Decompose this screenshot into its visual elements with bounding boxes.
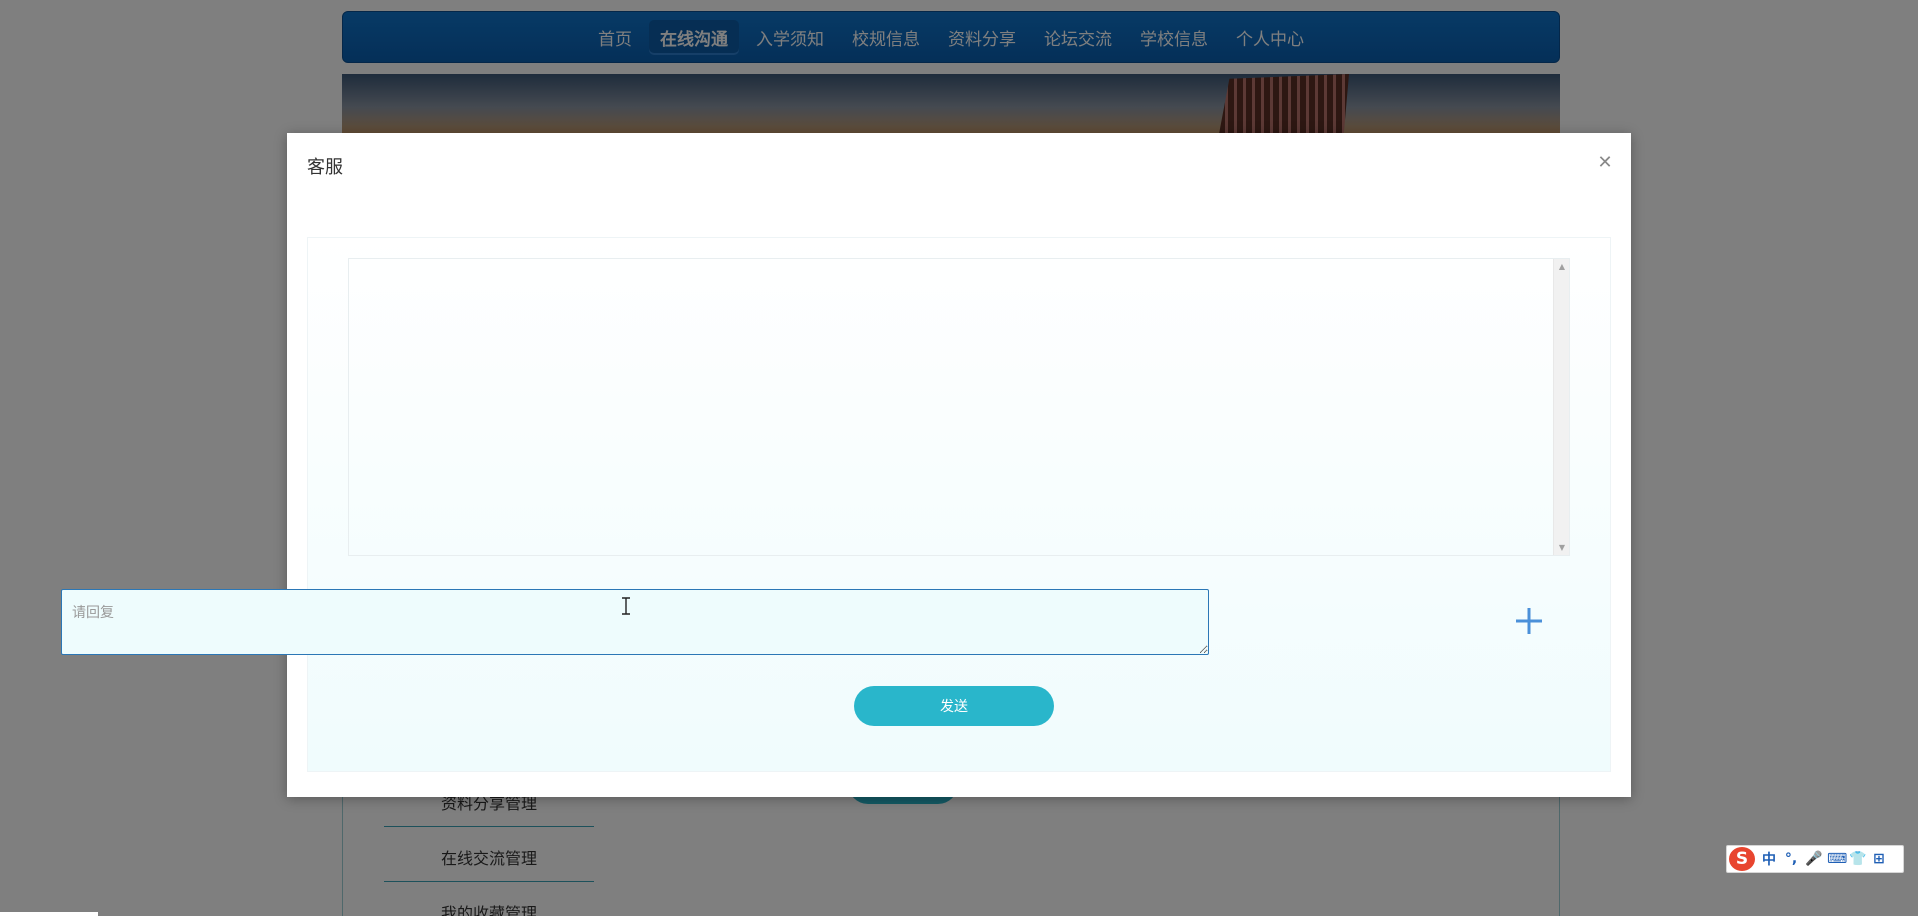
message-list[interactable]: ▲ ▼ — [348, 258, 1570, 556]
sogou-logo-icon[interactable]: S — [1729, 847, 1755, 871]
text-cursor-icon — [622, 597, 630, 615]
scroll-up-icon[interactable]: ▲ — [1554, 262, 1569, 271]
keyboard-icon[interactable]: ⌨ — [1827, 851, 1847, 867]
bottom-strip — [0, 912, 98, 916]
ime-chinese-mode[interactable]: 中 — [1761, 849, 1777, 869]
dialog-title: 客服 — [307, 157, 343, 178]
reply-input[interactable] — [61, 589, 1209, 655]
toolbox-icon[interactable]: ⊞ — [1871, 851, 1887, 867]
plus-icon[interactable] — [1513, 605, 1545, 637]
microphone-icon[interactable]: 🎤 — [1805, 851, 1822, 867]
close-icon[interactable]: ✕ — [1595, 153, 1615, 173]
ime-toolbar: S 中 °, 🎤 ⌨ 👕 ⊞ — [1726, 845, 1904, 873]
message-scrollbar[interactable]: ▲ ▼ — [1553, 259, 1569, 555]
punctuation-icon[interactable]: °, — [1783, 851, 1799, 867]
scroll-down-icon[interactable]: ▼ — [1554, 543, 1569, 552]
send-button[interactable]: 发送 — [854, 686, 1054, 726]
skin-icon[interactable]: 👕 — [1849, 851, 1866, 867]
